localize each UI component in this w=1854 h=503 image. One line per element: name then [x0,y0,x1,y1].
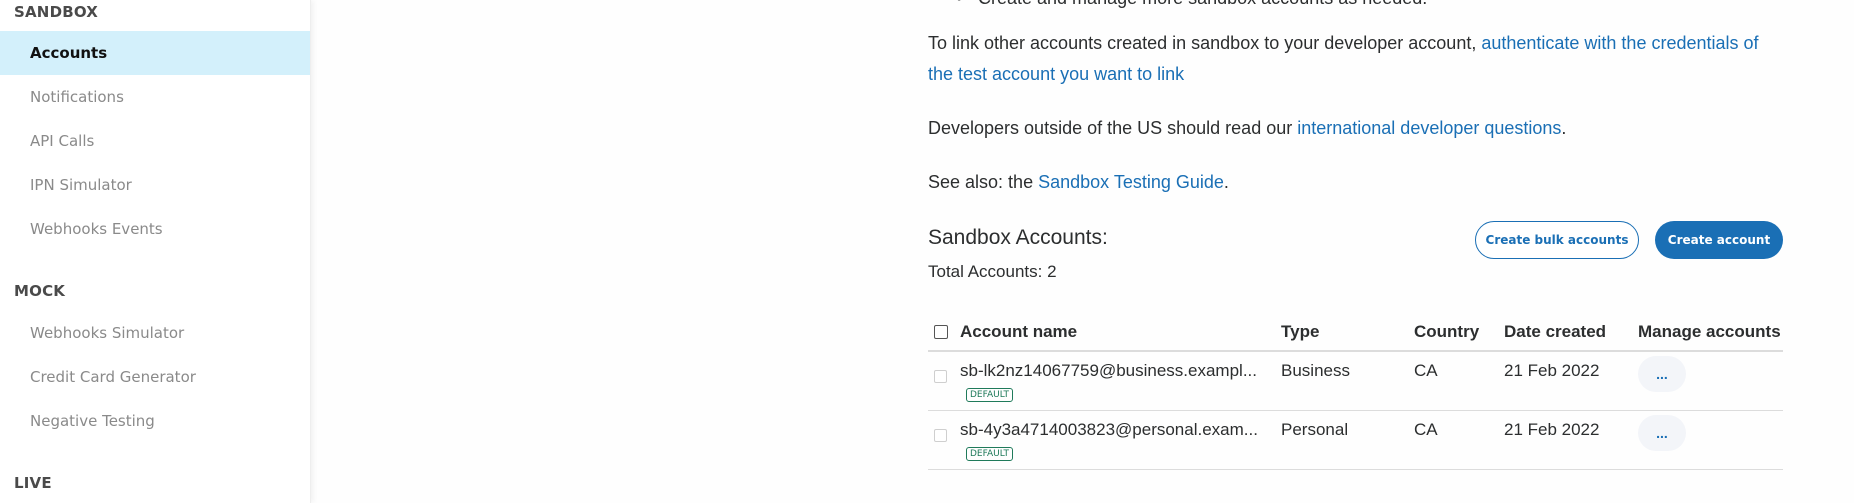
create-bulk-accounts-button[interactable]: Create bulk accounts [1475,221,1639,259]
account-name: sb-lk2nz14067759@business.exampl... [960,361,1257,380]
paragraph-text: Developers outside of the US should read… [928,118,1298,138]
create-account-button[interactable]: Create account [1655,221,1783,259]
sandbox-accounts-title: Sandbox Accounts: [928,226,1108,249]
main-content: Create and manage more sandbox accounts … [928,0,1788,503]
account-country: CA [1414,420,1438,439]
sidebar-item-accounts[interactable]: Accounts [0,31,310,75]
header-type: Type [1281,322,1320,341]
sidebar-item-webhooks-simulator[interactable]: Webhooks Simulator [0,311,310,355]
header-manage-accounts: Manage accounts [1638,322,1781,341]
select-all-checkbox[interactable] [934,325,948,339]
account-date-created: 21 Feb 2022 [1504,420,1600,439]
account-name: sb-4y3a4714003823@personal.exam... [960,420,1258,439]
account-type: Personal [1281,420,1349,439]
paragraph-text: See also: the [928,172,1039,192]
row-checkbox[interactable] [934,429,947,442]
intl-paragraph: Developers outside of the US should read… [928,114,1566,142]
section-title-live: LIVE [14,474,52,492]
header-account-name: Account name [960,322,1078,341]
header-date-created: Date created [1504,322,1607,341]
sandbox-testing-guide-link[interactable]: Sandbox Testing Guide [1038,172,1224,192]
see-also-paragraph: See also: the Sandbox Testing Guide. [928,168,1229,196]
link-accounts-paragraph: To link other accounts created in sandbo… [928,28,1788,90]
manage-account-menu-button[interactable]: ... [1638,415,1686,451]
more-dots-icon: ... [1656,425,1668,441]
more-dots-icon: ... [1656,366,1668,382]
account-type: Business [1281,361,1350,380]
default-badge: DEFAULT [966,447,1013,461]
table-row: sb-4y3a4714003823@personal.exam... DEFAU… [928,411,1783,470]
punctuation: . [1561,118,1567,138]
bullet-item: Create and manage more sandbox accounts … [956,0,1427,9]
section-title-sandbox: SANDBOX [14,3,99,21]
sidebar-item-webhooks-events[interactable]: Webhooks Events [0,207,310,251]
manage-account-menu-button[interactable]: ... [1638,356,1686,392]
sidebar-item-credit-card-generator[interactable]: Credit Card Generator [0,355,310,399]
total-accounts: Total Accounts: 2 [928,262,1057,281]
table-header: Account name Type Country Date created M… [928,312,1783,352]
sidebar: SANDBOX Accounts Notifications API Calls… [0,0,311,503]
header-country: Country [1414,322,1480,341]
sidebar-item-notifications[interactable]: Notifications [0,75,310,119]
table-row: sb-lk2nz14067759@business.exampl... DEFA… [928,352,1783,411]
international-questions-link[interactable]: international developer questions [1297,118,1561,138]
sidebar-item-negative-testing[interactable]: Negative Testing [0,399,310,443]
sidebar-item-api-calls[interactable]: API Calls [0,119,310,163]
account-country: CA [1414,361,1438,380]
sidebar-item-ipn-simulator[interactable]: IPN Simulator [0,163,310,207]
row-checkbox[interactable] [934,370,947,383]
punctuation: . [1223,172,1229,192]
default-badge: DEFAULT [966,388,1013,402]
paragraph-text: To link other accounts created in sandbo… [928,33,1482,53]
account-date-created: 21 Feb 2022 [1504,361,1600,380]
section-title-mock: MOCK [14,282,66,300]
